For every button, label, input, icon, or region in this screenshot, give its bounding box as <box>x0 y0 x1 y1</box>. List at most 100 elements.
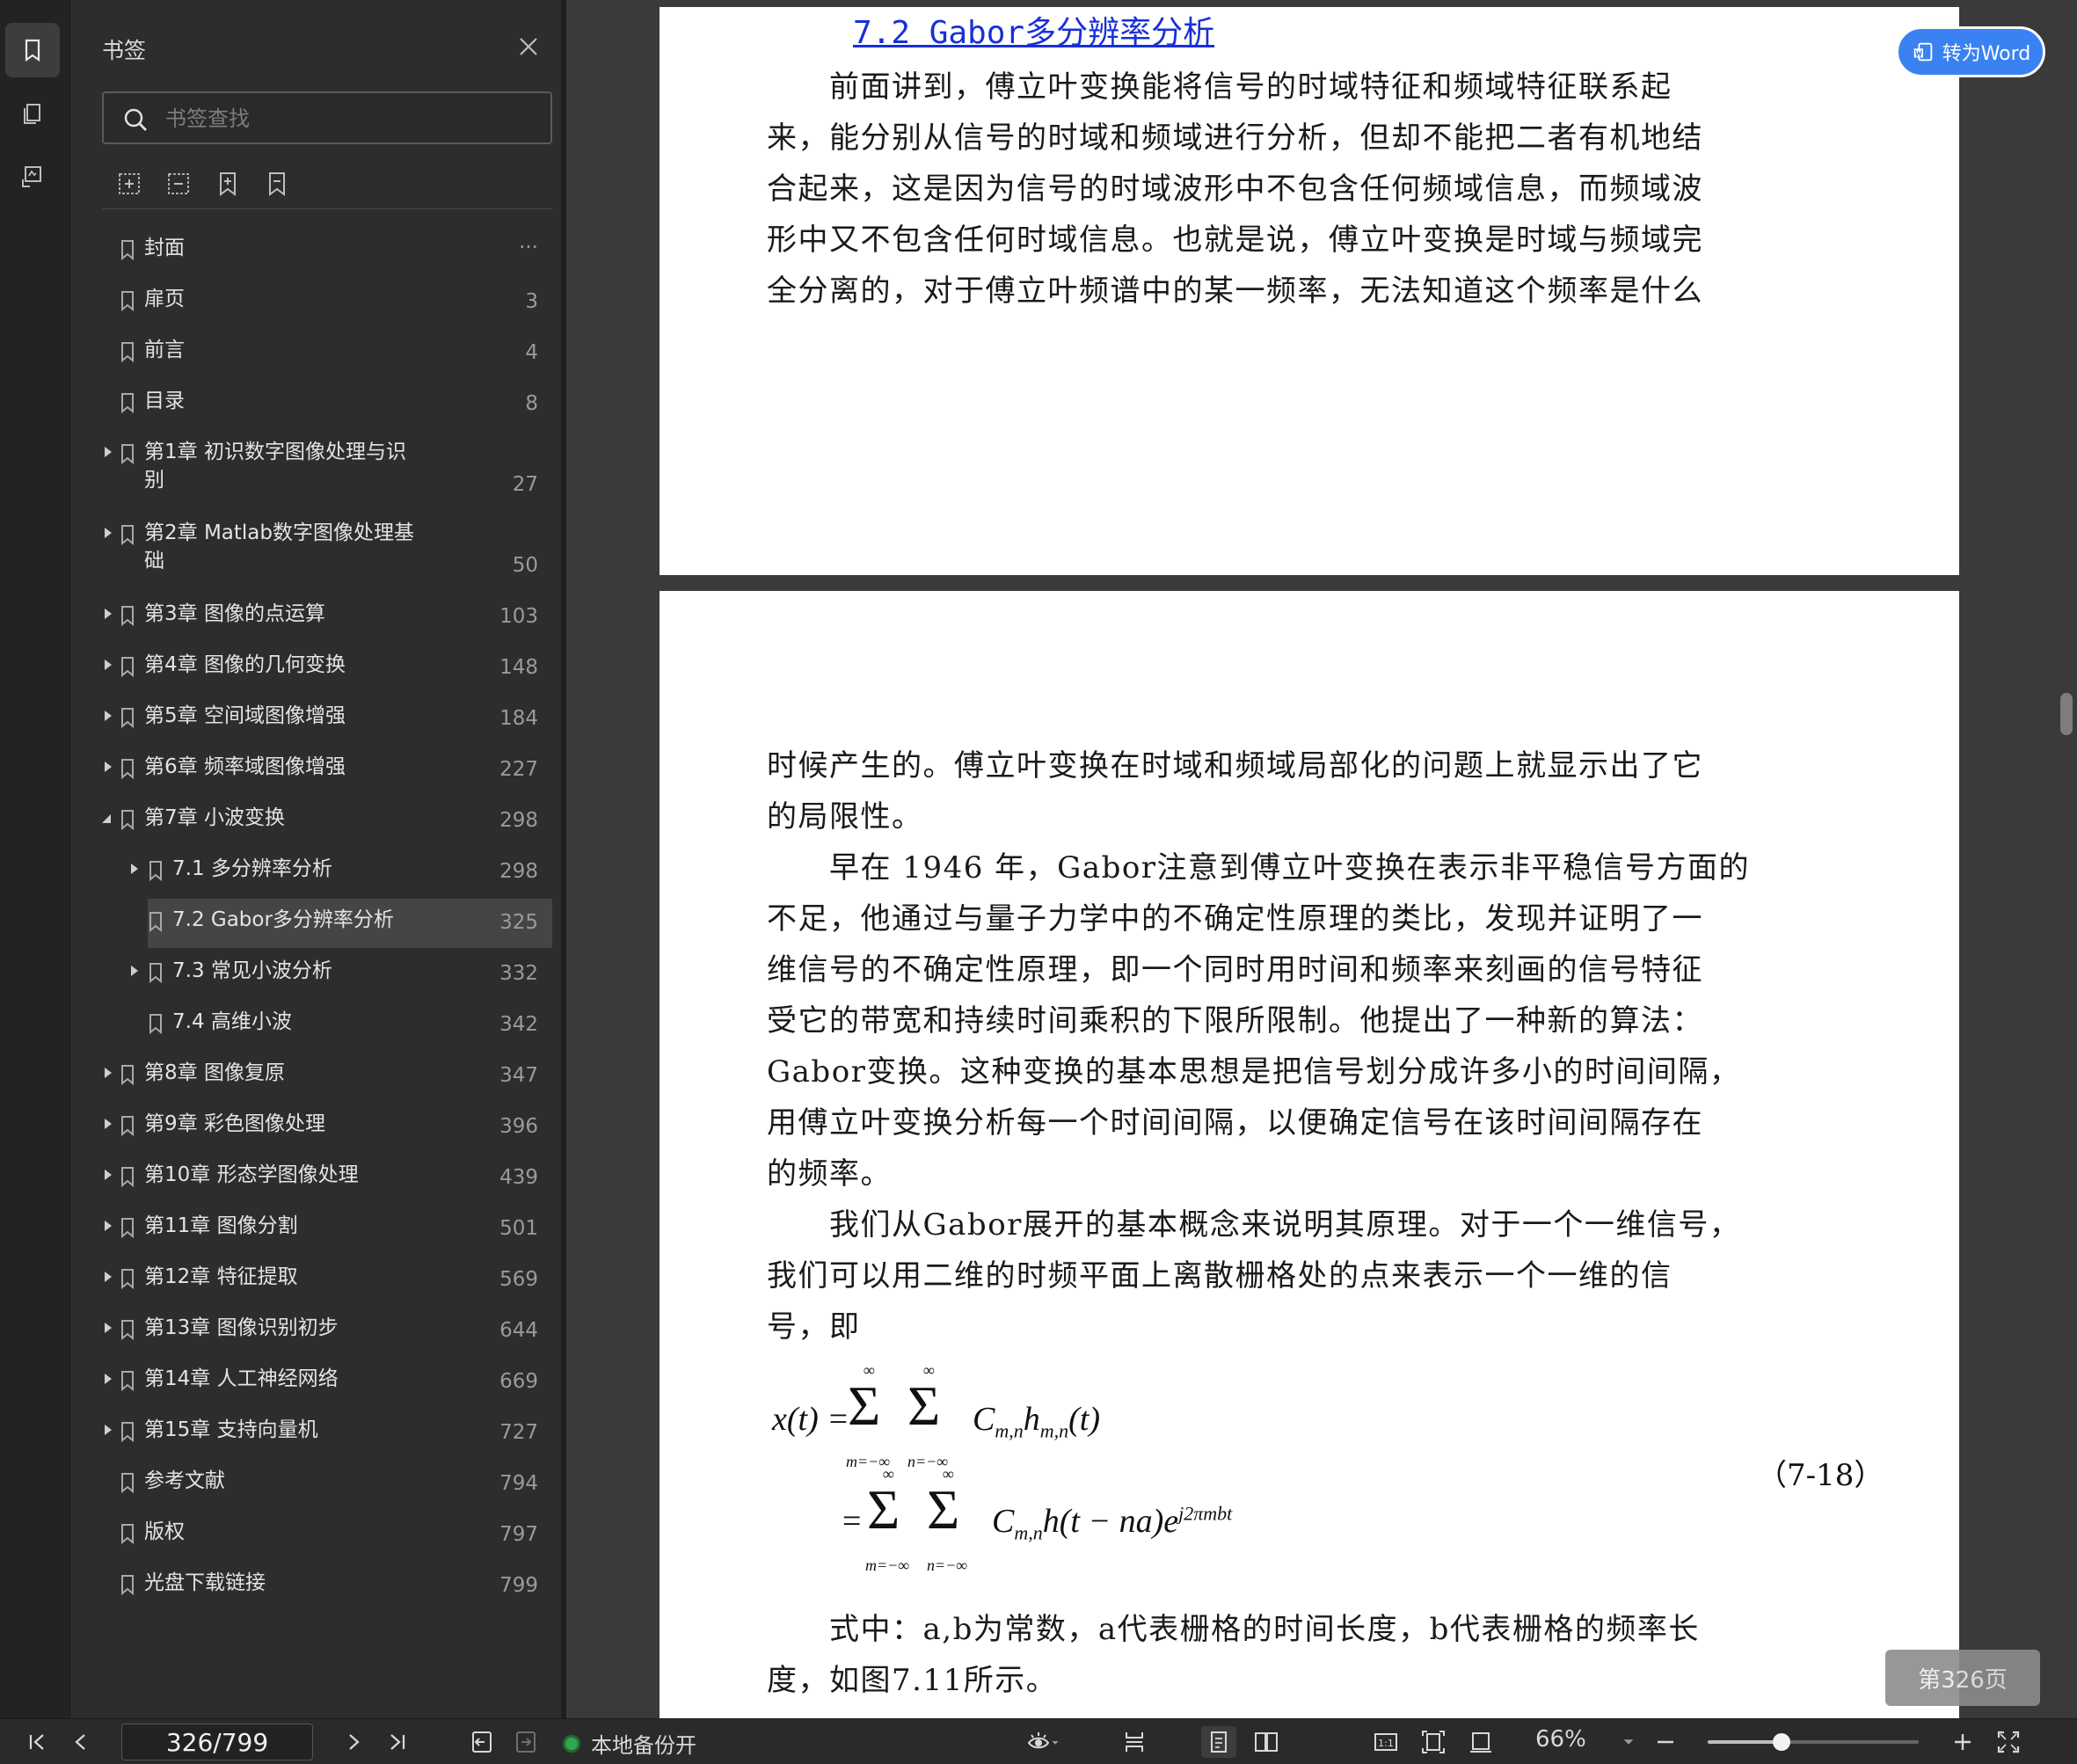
expand-arrow-icon[interactable] <box>102 709 114 723</box>
eye-protection-icon[interactable] <box>1017 1726 1069 1758</box>
expand-all-icon[interactable] <box>114 169 146 200</box>
bookmark-icon <box>121 240 134 260</box>
expand-arrow-icon[interactable] <box>128 862 141 876</box>
bookmark-item[interactable]: 第13章 图像识别初步 644 <box>81 1307 552 1358</box>
bookmark-page-number: 103 <box>499 605 538 628</box>
bookmark-item[interactable]: 第12章 特征提取 569 <box>81 1256 552 1307</box>
bookmark-item[interactable]: 参考文献 794 <box>81 1460 552 1511</box>
add-bookmark-icon[interactable] <box>213 169 244 200</box>
expand-arrow-icon[interactable] <box>102 1066 114 1080</box>
expand-arrow-icon[interactable] <box>102 1372 114 1386</box>
bookmark-item[interactable]: 第6章 频率域图像增强 227 <box>81 746 552 797</box>
annotation-panel-icon[interactable] <box>5 149 60 204</box>
bookmark-search-box[interactable] <box>102 91 552 144</box>
expand-arrow-icon[interactable] <box>102 658 114 672</box>
expand-arrow-icon[interactable] <box>102 526 114 540</box>
expand-arrow-icon[interactable] <box>102 760 114 774</box>
expand-arrow-icon[interactable] <box>102 1117 114 1131</box>
bookmark-item[interactable]: 第8章 图像复原 347 <box>81 1052 552 1103</box>
first-page-icon[interactable] <box>21 1726 53 1758</box>
bookmark-item[interactable]: 第10章 形态学图像处理 439 <box>81 1154 552 1205</box>
bookmark-item[interactable]: 7.2 Gabor多分辨率分析 325 <box>81 899 552 950</box>
collapse-arrow-icon[interactable] <box>100 811 113 825</box>
bookmark-page-number: 4 <box>525 341 538 364</box>
bookmark-panel-icon[interactable] <box>5 23 60 77</box>
fullscreen-icon[interactable] <box>1993 1726 2024 1758</box>
zoom-slider-fill <box>1708 1740 1782 1744</box>
bookmark-label: 第11章 图像分割 <box>144 1214 298 1237</box>
zoom-slider[interactable] <box>1708 1733 1919 1751</box>
bookmark-item[interactable]: 第3章 图像的点运算 103 <box>81 593 552 644</box>
bookmark-item[interactable]: 光盘下载链接 799 <box>81 1562 552 1613</box>
single-page-icon[interactable] <box>1201 1726 1236 1758</box>
remove-bookmark-icon[interactable] <box>262 169 294 200</box>
bookmark-label: 扉页 <box>144 288 185 310</box>
bookmark-item[interactable]: 第5章 空间域图像增强 184 <box>81 695 552 746</box>
expand-arrow-icon[interactable] <box>102 1270 114 1284</box>
text-line: 号，即 <box>767 1309 861 1345</box>
eq-term1-tail: (t) <box>1068 1401 1101 1438</box>
zoom-dropdown-icon[interactable] <box>1618 1726 1639 1758</box>
bookmark-item[interactable]: 第15章 支持向量机 727 <box>81 1409 552 1460</box>
page-number-input[interactable] <box>121 1724 313 1760</box>
bookmark-page-number: 727 <box>499 1421 538 1444</box>
section-heading-link[interactable]: 7.2 Gabor多分辨率分析 <box>853 7 1214 53</box>
expand-arrow-icon[interactable] <box>102 1321 114 1335</box>
bookmark-item[interactable]: 版权 797 <box>81 1511 552 1562</box>
text-line: 受它的带宽和持续时间乘积的下限所限制。他提出了一种新的算法： <box>767 1003 1703 1039</box>
back-history-icon[interactable] <box>466 1726 498 1758</box>
text-line: 式中：a,b为常数，a代表栅格的时间长度，b代表栅格的频率长 <box>767 1612 1700 1647</box>
expand-arrow-icon[interactable] <box>102 1423 114 1437</box>
sigma-1-sup: ∞ <box>864 1361 875 1379</box>
bookmark-item[interactable]: 第7章 小波变换 298 <box>81 797 552 848</box>
zoom-out-icon[interactable] <box>1650 1726 1681 1758</box>
bookmark-item[interactable]: 第2章 Matlab数字图像处理基 础 50 <box>81 512 552 593</box>
bookmark-item[interactable]: 第4章 图像的几何变换 148 <box>81 644 552 695</box>
double-page-icon[interactable] <box>1249 1726 1284 1758</box>
convert-to-word-button[interactable]: 转为Word <box>1896 26 2045 77</box>
expand-arrow-icon[interactable] <box>102 607 114 621</box>
collapse-all-icon[interactable] <box>164 169 195 200</box>
bookmark-item[interactable]: 7.3 常见小波分析 332 <box>81 950 552 1001</box>
continuous-scroll-icon[interactable] <box>1117 1726 1152 1758</box>
bookmark-search-input[interactable] <box>165 102 535 135</box>
document-scrollbar[interactable] <box>2054 0 2077 1718</box>
fit-page-icon[interactable] <box>1416 1726 1451 1758</box>
bookmark-icon <box>121 759 134 779</box>
bookmark-page-number: 325 <box>499 911 538 934</box>
last-page-icon[interactable] <box>382 1726 413 1758</box>
scrollbar-thumb[interactable] <box>2060 693 2073 735</box>
bookmark-item[interactable]: 7.1 多分辨率分析 298 <box>81 848 552 899</box>
expand-arrow-icon[interactable] <box>128 964 141 978</box>
bookmark-item[interactable]: 目录 8 <box>81 380 552 431</box>
previous-page-icon[interactable] <box>65 1726 97 1758</box>
bookmark-item[interactable]: 7.4 高维小波 342 <box>81 1001 552 1052</box>
thumbnail-panel-icon[interactable] <box>5 86 60 141</box>
sigma-3: Σ <box>867 1478 900 1541</box>
bookmark-item[interactable]: 第1章 初识数字图像处理与识 别 27 <box>81 431 552 512</box>
bookmark-item[interactable]: 前言 4 <box>81 329 552 380</box>
backup-status-dot <box>563 1734 580 1753</box>
fit-width-icon[interactable] <box>1463 1726 1498 1758</box>
bookmark-item[interactable]: 第11章 图像分割 501 <box>81 1205 552 1256</box>
expand-arrow-icon[interactable] <box>102 1168 114 1182</box>
actual-size-icon[interactable]: 1:1 <box>1368 1726 1403 1758</box>
zoom-in-icon[interactable] <box>1947 1726 1979 1758</box>
zoom-level[interactable]: 66% <box>1535 1726 1586 1753</box>
eq-term2-c-sub: m,n <box>1014 1521 1043 1544</box>
expand-arrow-icon[interactable] <box>102 445 114 459</box>
bookmark-item[interactable]: 第14章 人工神经网络 669 <box>81 1358 552 1409</box>
bookmark-item[interactable]: 第9章 彩色图像处理 396 <box>81 1103 552 1154</box>
bookmark-label: 封面 <box>144 237 185 259</box>
bookmark-item[interactable]: 扉页 3 <box>81 278 552 329</box>
zoom-slider-knob[interactable] <box>1773 1733 1790 1751</box>
close-icon[interactable] <box>514 32 543 62</box>
forward-history-icon[interactable] <box>510 1726 542 1758</box>
next-page-icon[interactable] <box>338 1726 369 1758</box>
document-viewport[interactable]: 7.2 Gabor多分辨率分析 前面讲到，傅立叶变换能将信号的时域特征和频域特征… <box>566 0 2077 1718</box>
expand-arrow-icon[interactable] <box>102 1219 114 1233</box>
text-line: 合起来，这是因为信号的时域波形中不包含任何频域信息，而频域波 <box>767 171 1703 207</box>
bookmark-item[interactable]: 封面... <box>81 227 552 278</box>
local-backup-status[interactable]: 本地备份开 <box>563 1728 696 1759</box>
sigma-2-sup: ∞ <box>923 1361 935 1379</box>
